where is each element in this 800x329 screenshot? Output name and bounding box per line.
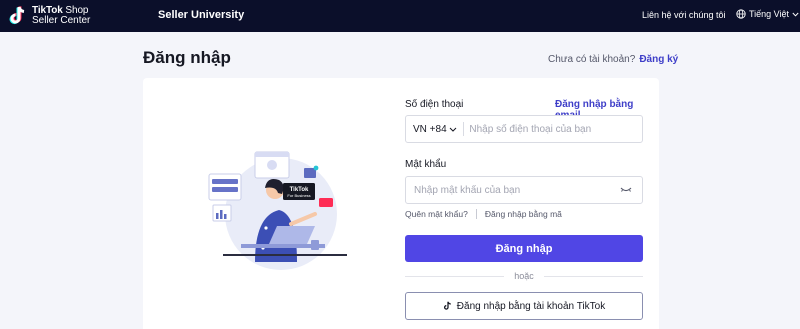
signup-link[interactable]: Đăng ký: [639, 54, 678, 65]
page-title: Đăng nhập: [143, 48, 231, 67]
tiktok-logo-icon: [9, 6, 25, 25]
tiktok-login-button[interactable]: Đăng nhập bằng tài khoản TikTok: [405, 292, 643, 320]
tiktok-shop-logo[interactable]: TikTok Shop Seller Center: [8, 2, 90, 30]
tiktok-icon: [443, 301, 451, 310]
chevron-down-icon: [449, 127, 456, 132]
login-illustration: TikTok For Business: [208, 151, 347, 270]
separator-line: [543, 275, 643, 277]
globe-icon: [736, 9, 746, 19]
logo-subtitle-text: Seller Center: [32, 15, 91, 26]
no-account-text: Chưa có tài khoản?: [548, 54, 636, 65]
nav-seller-university-link[interactable]: Seller University: [158, 9, 244, 21]
signup-prompt: Chưa có tài khoản? Đăng ký: [548, 54, 678, 65]
login-button[interactable]: Đăng nhập: [405, 235, 643, 262]
tiktok-login-label: Đăng nhập bằng tài khoản TikTok: [456, 300, 606, 312]
phone-input[interactable]: [463, 123, 642, 135]
or-text: hoặc: [514, 271, 534, 281]
password-help-row: Quên mật khẩu? Đăng nhập bằng mã: [405, 209, 562, 219]
nav-contact-link[interactable]: Liên hệ với chúng tôi: [642, 10, 725, 20]
phone-label: Số điện thoại: [405, 99, 464, 110]
password-field: [405, 176, 643, 204]
separator-line: [405, 275, 505, 277]
password-label: Mật khẩu: [405, 159, 447, 170]
password-input[interactable]: [406, 184, 618, 196]
or-separator: hoặc: [405, 270, 643, 282]
forgot-password-link[interactable]: Quên mật khẩu?: [405, 209, 468, 219]
language-selector[interactable]: Tiếng Việt: [736, 9, 799, 19]
top-navigation-bar: TikTok Shop Seller Center Seller Univers…: [0, 0, 800, 32]
country-code-text: VN +84: [413, 123, 447, 135]
code-login-link[interactable]: Đăng nhập bằng mã: [485, 209, 562, 219]
login-card: TikTok For Business Số điện thoại Đăng n…: [143, 78, 659, 329]
chevron-down-icon: [792, 12, 799, 17]
phone-field: VN +84: [405, 115, 643, 143]
country-code-selector[interactable]: VN +84: [406, 124, 457, 135]
eye-closed-icon[interactable]: [618, 185, 634, 195]
illustration-badge-subtitle: For Business: [287, 193, 310, 198]
link-divider: [475, 209, 477, 219]
language-label: Tiếng Việt: [749, 9, 790, 19]
